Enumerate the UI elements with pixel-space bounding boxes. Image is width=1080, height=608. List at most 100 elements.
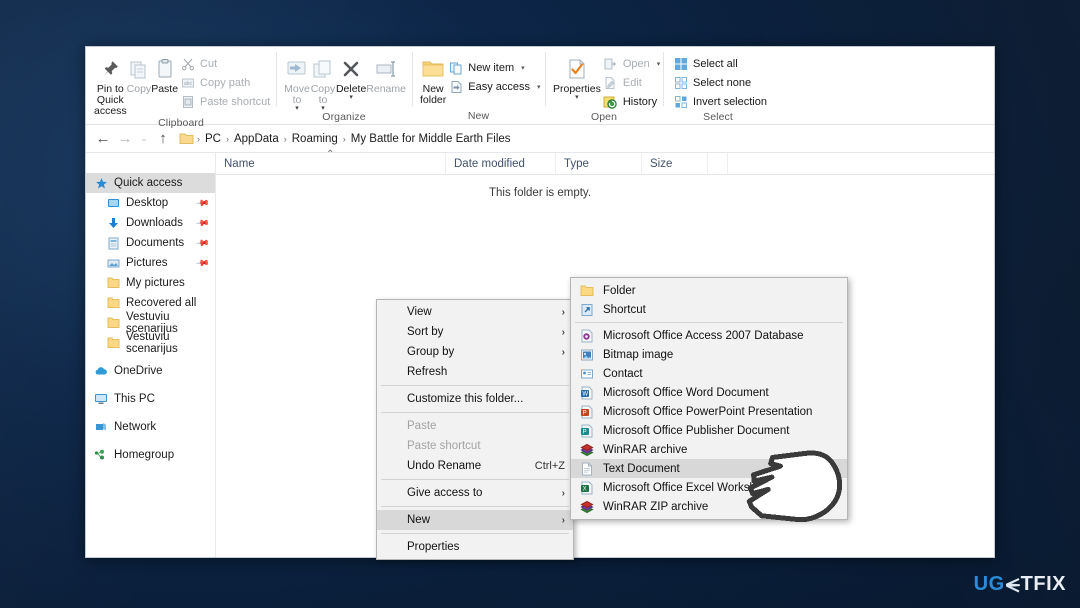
submenu-item-bitmap-image[interactable]: Bitmap image (571, 345, 847, 364)
context-menu-item-undo-rename[interactable]: Undo Rename Ctrl+Z (377, 456, 573, 476)
pictures-icon (106, 256, 120, 270)
context-menu-item-sort-by[interactable]: Sort by › (377, 322, 573, 342)
context-menu-label: Refresh (407, 366, 447, 378)
submenu-item-powerpoint-presentation[interactable]: P Microsoft Office PowerPoint Presentati… (571, 402, 847, 421)
ribbon-group-label-new: New (412, 110, 545, 124)
context-menu-item-customize-folder[interactable]: Customize this folder... (377, 389, 573, 409)
breadcrumb-item-appdata[interactable]: AppData (230, 133, 283, 145)
chevron-down-icon[interactable]: ▾ (657, 60, 661, 68)
text-document-icon (579, 461, 595, 477)
navigation-pane: Quick access Desktop 📌 Downloads 📌 (86, 153, 216, 557)
nav-spacer (86, 437, 215, 445)
sidebar-label: Documents (126, 237, 184, 249)
chevron-down-icon[interactable]: ▾ (537, 83, 541, 91)
sidebar-item-vestuviu-scenarijus-2[interactable]: Vestuviu scenarijus (86, 333, 215, 353)
sidebar-item-homegroup[interactable]: Homegroup (86, 445, 215, 465)
easy-access-button[interactable]: Easy access ▾ (446, 77, 544, 96)
move-to-button[interactable]: Move to ▾ (284, 52, 310, 111)
submenu-label: WinRAR ZIP archive (603, 501, 708, 513)
folder-icon (579, 283, 595, 299)
invert-selection-button[interactable]: Invert selection (671, 92, 771, 111)
cut-button[interactable]: Cut (178, 54, 274, 73)
context-menu-separator (381, 479, 569, 480)
context-menu-item-paste-shortcut[interactable]: Paste shortcut (377, 436, 573, 456)
history-button[interactable]: History (601, 92, 664, 111)
select-all-button[interactable]: Select all (671, 54, 771, 73)
breadcrumb-item-pc[interactable]: PC (201, 133, 225, 145)
new-item-button[interactable]: New item ▾ (446, 58, 544, 77)
chevron-right-icon: › (562, 307, 565, 318)
submenu-item-shortcut[interactable]: Shortcut (571, 300, 847, 319)
ugetfix-logo: UG TFIX (974, 573, 1066, 596)
sidebar-item-this-pc[interactable]: This PC (86, 389, 215, 409)
edit-button[interactable]: Edit (601, 73, 664, 92)
nav-spacer (86, 381, 215, 389)
paste-button[interactable]: Paste (151, 52, 178, 117)
delete-button[interactable]: Delete ▾ (336, 52, 366, 111)
column-header-type[interactable]: Type (556, 153, 642, 174)
properties-button[interactable]: Properties ▾ (553, 52, 601, 111)
copy-to-button[interactable]: Copy to ▾ (310, 52, 336, 111)
submenu-item-contact[interactable]: Contact (571, 364, 847, 383)
submenu-item-folder[interactable]: Folder (571, 281, 847, 300)
sidebar-item-downloads[interactable]: Downloads 📌 (86, 213, 215, 233)
sidebar-item-recovered-all[interactable]: Recovered all (86, 293, 215, 313)
open-icon (603, 56, 618, 71)
context-menu-item-view[interactable]: View › (377, 302, 573, 322)
sidebar-label: Network (114, 421, 156, 433)
breadcrumb-item-current[interactable]: My Battle for Middle Earth Files (347, 133, 515, 145)
column-header-row: Name ⌃ Date modified Type Size (216, 153, 994, 175)
chevron-down-icon[interactable]: ▾ (521, 64, 525, 72)
context-menu-label: Group by (407, 346, 454, 358)
context-menu-item-group-by[interactable]: Group by › (377, 342, 573, 362)
rename-button[interactable]: Rename (366, 52, 406, 111)
sidebar-label: Pictures (126, 257, 168, 269)
new-folder-button[interactable]: New folder (420, 52, 446, 110)
context-menu-item-new[interactable]: New › (377, 510, 573, 530)
powerpoint-icon: P (579, 404, 595, 420)
context-menu-item-give-access-to[interactable]: Give access to › (377, 483, 573, 503)
sidebar-item-network[interactable]: Network (86, 417, 215, 437)
submenu-item-access-database[interactable]: Microsoft Office Access 2007 Database (571, 326, 847, 345)
breadcrumb-item-roaming[interactable]: Roaming (288, 133, 342, 145)
sidebar-item-quick-access[interactable]: Quick access (86, 173, 215, 193)
submenu-item-publisher-document[interactable]: P Microsoft Office Publisher Document (571, 421, 847, 440)
column-header-extra[interactable] (708, 153, 728, 174)
download-icon (106, 216, 120, 230)
sidebar-item-documents[interactable]: Documents 📌 (86, 233, 215, 253)
pin-to-quick-access-button[interactable]: Pin to Quick access (94, 52, 127, 117)
paste-shortcut-button[interactable]: Paste shortcut (178, 92, 274, 111)
submenu-label: Microsoft Office Access 2007 Database (603, 330, 804, 342)
select-none-button[interactable]: Select none (671, 73, 771, 92)
sidebar-item-onedrive[interactable]: OneDrive (86, 361, 215, 381)
context-menu-label: Properties (407, 541, 459, 553)
context-menu-item-properties[interactable]: Properties (377, 537, 573, 557)
context-menu-item-paste[interactable]: Paste (377, 416, 573, 436)
context-menu-separator (381, 506, 569, 507)
copy-button[interactable]: Copy (127, 52, 152, 117)
sidebar-item-my-pictures[interactable]: My pictures (86, 273, 215, 293)
context-menu-label: View (407, 306, 432, 318)
sidebar-item-pictures[interactable]: Pictures 📌 (86, 253, 215, 273)
open-button[interactable]: Open ▾ (601, 54, 664, 73)
column-header-name[interactable]: Name ⌃ (216, 153, 446, 174)
sidebar-label: Desktop (126, 197, 168, 209)
column-label: Date modified (454, 158, 525, 170)
excel-icon: X (579, 480, 595, 496)
chevron-down-icon[interactable]: ▾ (349, 95, 353, 100)
sidebar-item-desktop[interactable]: Desktop 📌 (86, 193, 215, 213)
column-header-date-modified[interactable]: Date modified (446, 153, 556, 174)
ribbon-toolbar: Pin to Quick access Copy (86, 47, 994, 125)
column-header-size[interactable]: Size (642, 153, 708, 174)
chevron-down-icon[interactable]: ▾ (575, 95, 579, 100)
edit-label: Edit (623, 77, 642, 89)
folder-icon (106, 316, 120, 330)
context-menu-item-refresh[interactable]: Refresh (377, 362, 573, 382)
network-icon (94, 420, 108, 434)
sidebar-label: Homegroup (114, 449, 174, 461)
submenu-item-word-document[interactable]: W Microsoft Office Word Document (571, 383, 847, 402)
submenu-label: Shortcut (603, 304, 646, 316)
copy-to-icon (311, 56, 335, 82)
copy-path-button[interactable]: abc Copy path (178, 73, 274, 92)
sidebar-item-vestuviu-scenarijus-1[interactable]: Vestuviu scenarijus (86, 313, 215, 333)
